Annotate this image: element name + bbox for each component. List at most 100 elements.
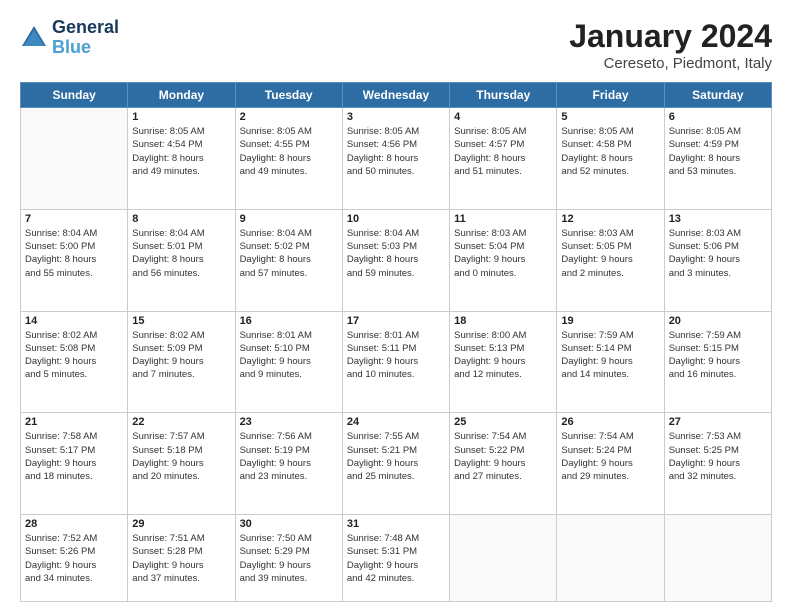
day-info: Sunrise: 8:05 AMSunset: 4:54 PMDaylight:… bbox=[132, 125, 230, 178]
day-number: 15 bbox=[132, 315, 230, 327]
day-info: Sunrise: 8:04 AMSunset: 5:00 PMDaylight:… bbox=[25, 227, 123, 280]
day-info: Sunrise: 8:04 AMSunset: 5:02 PMDaylight:… bbox=[240, 227, 338, 280]
calendar-day-cell bbox=[557, 515, 664, 602]
calendar-day-cell: 9 Sunrise: 8:04 AMSunset: 5:02 PMDaylight… bbox=[235, 209, 342, 311]
day-info: Sunrise: 7:50 AMSunset: 5:29 PMDaylight:… bbox=[240, 532, 338, 585]
day-number: 25 bbox=[454, 416, 552, 428]
day-info: Sunrise: 8:03 AMSunset: 5:06 PMDaylight:… bbox=[669, 227, 767, 280]
calendar-day-cell: 31 Sunrise: 7:48 AMSunset: 5:31 PMDayligh… bbox=[342, 515, 449, 602]
day-info: Sunrise: 8:02 AMSunset: 5:08 PMDaylight:… bbox=[25, 329, 123, 382]
day-info: Sunrise: 7:54 AMSunset: 5:24 PMDaylight:… bbox=[561, 430, 659, 483]
day-info: Sunrise: 7:59 AMSunset: 5:14 PMDaylight:… bbox=[561, 329, 659, 382]
day-number: 6 bbox=[669, 111, 767, 123]
calendar-week-row: 21 Sunrise: 7:58 AMSunset: 5:17 PMDayligh… bbox=[21, 413, 772, 515]
day-info: Sunrise: 8:05 AMSunset: 4:59 PMDaylight:… bbox=[669, 125, 767, 178]
day-info: Sunrise: 8:01 AMSunset: 5:10 PMDaylight:… bbox=[240, 329, 338, 382]
day-number: 19 bbox=[561, 315, 659, 327]
day-number: 24 bbox=[347, 416, 445, 428]
day-header-monday: Monday bbox=[128, 83, 235, 108]
calendar-header-row: SundayMondayTuesdayWednesdayThursdayFrid… bbox=[21, 83, 772, 108]
day-info: Sunrise: 7:52 AMSunset: 5:26 PMDaylight:… bbox=[25, 532, 123, 585]
calendar-day-cell: 13 Sunrise: 8:03 AMSunset: 5:06 PMDayligh… bbox=[664, 209, 771, 311]
day-number: 4 bbox=[454, 111, 552, 123]
day-number: 12 bbox=[561, 213, 659, 225]
day-header-saturday: Saturday bbox=[664, 83, 771, 108]
calendar-week-row: 1 Sunrise: 8:05 AMSunset: 4:54 PMDaylight… bbox=[21, 108, 772, 210]
calendar-day-cell: 5 Sunrise: 8:05 AMSunset: 4:58 PMDaylight… bbox=[557, 108, 664, 210]
day-info: Sunrise: 8:01 AMSunset: 5:11 PMDaylight:… bbox=[347, 329, 445, 382]
day-info: Sunrise: 7:56 AMSunset: 5:19 PMDaylight:… bbox=[240, 430, 338, 483]
day-info: Sunrise: 8:03 AMSunset: 5:04 PMDaylight:… bbox=[454, 227, 552, 280]
day-number: 7 bbox=[25, 213, 123, 225]
day-header-wednesday: Wednesday bbox=[342, 83, 449, 108]
day-number: 17 bbox=[347, 315, 445, 327]
calendar-day-cell: 29Sunrise: 7:51 AMSunset: 5:28 PMDayligh… bbox=[128, 515, 235, 602]
day-number: 13 bbox=[669, 213, 767, 225]
day-info: Sunrise: 8:00 AMSunset: 5:13 PMDaylight:… bbox=[454, 329, 552, 382]
day-header-sunday: Sunday bbox=[21, 83, 128, 108]
day-info: Sunrise: 8:04 AMSunset: 5:03 PMDaylight:… bbox=[347, 227, 445, 280]
calendar-day-cell: 10 Sunrise: 8:04 AMSunset: 5:03 PMDayligh… bbox=[342, 209, 449, 311]
calendar-day-cell: 30 Sunrise: 7:50 AMSunset: 5:29 PMDayligh… bbox=[235, 515, 342, 602]
calendar-day-cell: 20Sunrise: 7:59 AMSunset: 5:15 PMDayligh… bbox=[664, 311, 771, 413]
day-number: 29 bbox=[132, 518, 230, 530]
day-number: 31 bbox=[347, 518, 445, 530]
calendar-day-cell: 26 Sunrise: 7:54 AMSunset: 5:24 PMDayligh… bbox=[557, 413, 664, 515]
logo-text: General Blue bbox=[52, 18, 119, 58]
page: General Blue January 2024 Cereseto, Pied… bbox=[0, 0, 792, 612]
calendar-day-cell: 24Sunrise: 7:55 AMSunset: 5:21 PMDayligh… bbox=[342, 413, 449, 515]
calendar-day-cell: 3Sunrise: 8:05 AMSunset: 4:56 PMDaylight… bbox=[342, 108, 449, 210]
day-number: 22 bbox=[132, 416, 230, 428]
day-number: 2 bbox=[240, 111, 338, 123]
calendar-day-cell: 21 Sunrise: 7:58 AMSunset: 5:17 PMDayligh… bbox=[21, 413, 128, 515]
calendar-day-cell: 11 Sunrise: 8:03 AMSunset: 5:04 PMDayligh… bbox=[450, 209, 557, 311]
calendar-week-row: 28 Sunrise: 7:52 AMSunset: 5:26 PMDayligh… bbox=[21, 515, 772, 602]
calendar-day-cell: 15Sunrise: 8:02 AMSunset: 5:09 PMDayligh… bbox=[128, 311, 235, 413]
day-info: Sunrise: 8:05 AMSunset: 4:55 PMDaylight:… bbox=[240, 125, 338, 178]
day-number: 18 bbox=[454, 315, 552, 327]
calendar-day-cell: 16Sunrise: 8:01 AMSunset: 5:10 PMDayligh… bbox=[235, 311, 342, 413]
day-number: 14 bbox=[25, 315, 123, 327]
day-info: Sunrise: 8:05 AMSunset: 4:56 PMDaylight:… bbox=[347, 125, 445, 178]
day-number: 9 bbox=[240, 213, 338, 225]
calendar-day-cell: 18 Sunrise: 8:00 AMSunset: 5:13 PMDayligh… bbox=[450, 311, 557, 413]
calendar-week-row: 14 Sunrise: 8:02 AMSunset: 5:08 PMDayligh… bbox=[21, 311, 772, 413]
day-info: Sunrise: 8:04 AMSunset: 5:01 PMDaylight:… bbox=[132, 227, 230, 280]
day-number: 1 bbox=[132, 111, 230, 123]
calendar-day-cell: 28 Sunrise: 7:52 AMSunset: 5:26 PMDayligh… bbox=[21, 515, 128, 602]
calendar-day-cell: 6 Sunrise: 8:05 AMSunset: 4:59 PMDaylight… bbox=[664, 108, 771, 210]
day-number: 30 bbox=[240, 518, 338, 530]
calendar-day-cell: 12Sunrise: 8:03 AMSunset: 5:05 PMDayligh… bbox=[557, 209, 664, 311]
calendar-day-cell: 8 Sunrise: 8:04 AMSunset: 5:01 PMDaylight… bbox=[128, 209, 235, 311]
day-info: Sunrise: 7:58 AMSunset: 5:17 PMDaylight:… bbox=[25, 430, 123, 483]
title-section: January 2024 Cereseto, Piedmont, Italy bbox=[569, 18, 772, 72]
day-number: 11 bbox=[454, 213, 552, 225]
day-info: Sunrise: 7:48 AMSunset: 5:31 PMDaylight:… bbox=[347, 532, 445, 585]
calendar-day-cell: 19 Sunrise: 7:59 AMSunset: 5:14 PMDayligh… bbox=[557, 311, 664, 413]
calendar-week-row: 7 Sunrise: 8:04 AMSunset: 5:00 PMDaylight… bbox=[21, 209, 772, 311]
calendar-day-cell: 22 Sunrise: 7:57 AMSunset: 5:18 PMDayligh… bbox=[128, 413, 235, 515]
day-number: 26 bbox=[561, 416, 659, 428]
day-number: 10 bbox=[347, 213, 445, 225]
subtitle: Cereseto, Piedmont, Italy bbox=[569, 55, 772, 72]
day-number: 21 bbox=[25, 416, 123, 428]
day-info: Sunrise: 7:57 AMSunset: 5:18 PMDaylight:… bbox=[132, 430, 230, 483]
day-number: 5 bbox=[561, 111, 659, 123]
day-header-thursday: Thursday bbox=[450, 83, 557, 108]
day-info: Sunrise: 7:54 AMSunset: 5:22 PMDaylight:… bbox=[454, 430, 552, 483]
day-number: 23 bbox=[240, 416, 338, 428]
calendar-day-cell: 7 Sunrise: 8:04 AMSunset: 5:00 PMDaylight… bbox=[21, 209, 128, 311]
main-title: January 2024 bbox=[569, 18, 772, 55]
day-number: 28 bbox=[25, 518, 123, 530]
calendar-table: SundayMondayTuesdayWednesdayThursdayFrid… bbox=[20, 82, 772, 602]
header: General Blue January 2024 Cereseto, Pied… bbox=[20, 18, 772, 72]
logo-icon bbox=[20, 24, 48, 52]
day-info: Sunrise: 8:05 AMSunset: 4:58 PMDaylight:… bbox=[561, 125, 659, 178]
day-info: Sunrise: 7:59 AMSunset: 5:15 PMDaylight:… bbox=[669, 329, 767, 382]
calendar-day-cell: 1 Sunrise: 8:05 AMSunset: 4:54 PMDaylight… bbox=[128, 108, 235, 210]
calendar-day-cell: 4Sunrise: 8:05 AMSunset: 4:57 PMDaylight… bbox=[450, 108, 557, 210]
day-number: 8 bbox=[132, 213, 230, 225]
calendar-day-cell bbox=[21, 108, 128, 210]
calendar-day-cell: 27Sunrise: 7:53 AMSunset: 5:25 PMDayligh… bbox=[664, 413, 771, 515]
day-header-tuesday: Tuesday bbox=[235, 83, 342, 108]
